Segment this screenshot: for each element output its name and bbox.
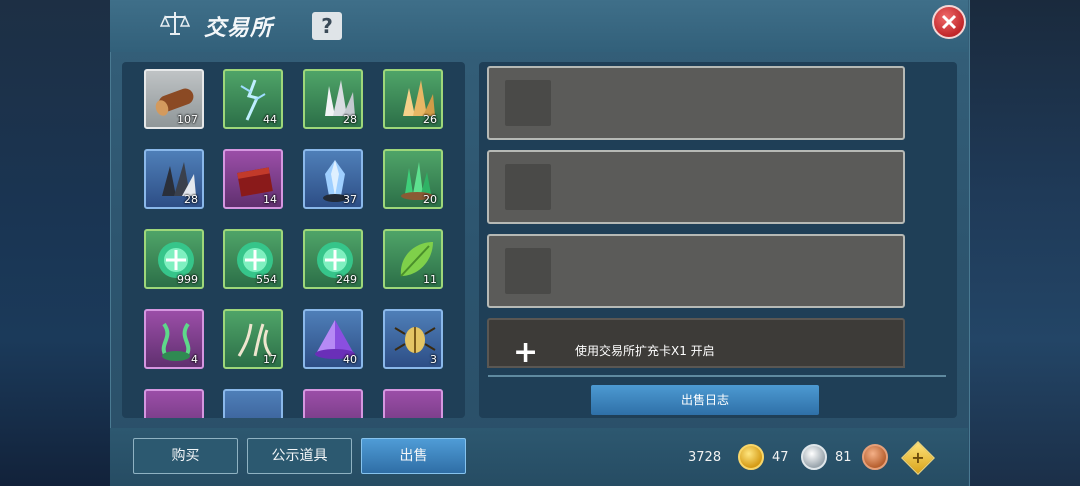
item-slot[interactable]: 999 [144, 229, 204, 289]
tab-sell[interactable]: 出售 [361, 438, 466, 474]
item-slot[interactable]: 28 [144, 149, 204, 209]
page-title: 交易所 [204, 16, 274, 41]
item-slot[interactable]: 554 [223, 229, 283, 289]
divider [488, 375, 946, 377]
close-icon [941, 14, 957, 30]
item-slot[interactable]: 20 [383, 149, 443, 209]
silver-amount: 47 [772, 450, 789, 465]
copper-coin-icon [862, 444, 888, 470]
item-slot[interactable]: 249 [303, 229, 363, 289]
item-slot[interactable]: 28 [303, 69, 363, 129]
item-slot[interactable]: 37 [303, 149, 363, 209]
item-placeholder [505, 164, 551, 210]
item-slot[interactable]: 14 [223, 149, 283, 209]
gold-amount: 3728 [688, 450, 722, 465]
item-slot[interactable] [144, 389, 204, 418]
item-placeholder [505, 80, 551, 126]
sell-slot[interactable] [487, 234, 905, 308]
item-slot[interactable]: 107 [144, 69, 204, 129]
item-slot[interactable]: 44 [223, 69, 283, 129]
tab-public-items[interactable]: 公示道具 [247, 438, 352, 474]
tab-buy[interactable]: 购买 [133, 438, 238, 474]
copper-amount: 81 [835, 450, 852, 465]
sell-slot[interactable] [487, 66, 905, 140]
sell-log-button[interactable]: 出售日志 [591, 385, 819, 415]
plus-icon: + [911, 448, 925, 467]
gold-coin-icon [738, 444, 764, 470]
item-slot[interactable] [223, 389, 283, 418]
item-slot[interactable]: 11 [383, 229, 443, 289]
item-slot[interactable]: 4 [144, 309, 204, 369]
item-slot[interactable]: 3 [383, 309, 443, 369]
close-button[interactable] [932, 5, 966, 39]
help-button[interactable]: ? [312, 12, 342, 40]
inventory-panel: 107 44 28 26 28 14 37 20 999 554 249 11 … [122, 62, 465, 418]
unlock-hint: 使用交易所扩充卡X1 开启 [575, 344, 715, 358]
item-slot[interactable]: 26 [383, 69, 443, 129]
item-placeholder [505, 248, 551, 294]
item-slot[interactable] [383, 389, 443, 418]
background-right [968, 0, 1080, 486]
background-left [0, 0, 110, 486]
item-slot[interactable]: 17 [223, 309, 283, 369]
item-slot[interactable]: 40 [303, 309, 363, 369]
item-slot[interactable] [303, 389, 363, 418]
scale-icon [159, 8, 191, 38]
sell-slot[interactable] [487, 150, 905, 224]
locked-sell-slot[interactable]: + 使用交易所扩充卡X1 开启 [487, 318, 905, 368]
plus-icon: + [513, 335, 539, 368]
silver-coin-icon [801, 444, 827, 470]
